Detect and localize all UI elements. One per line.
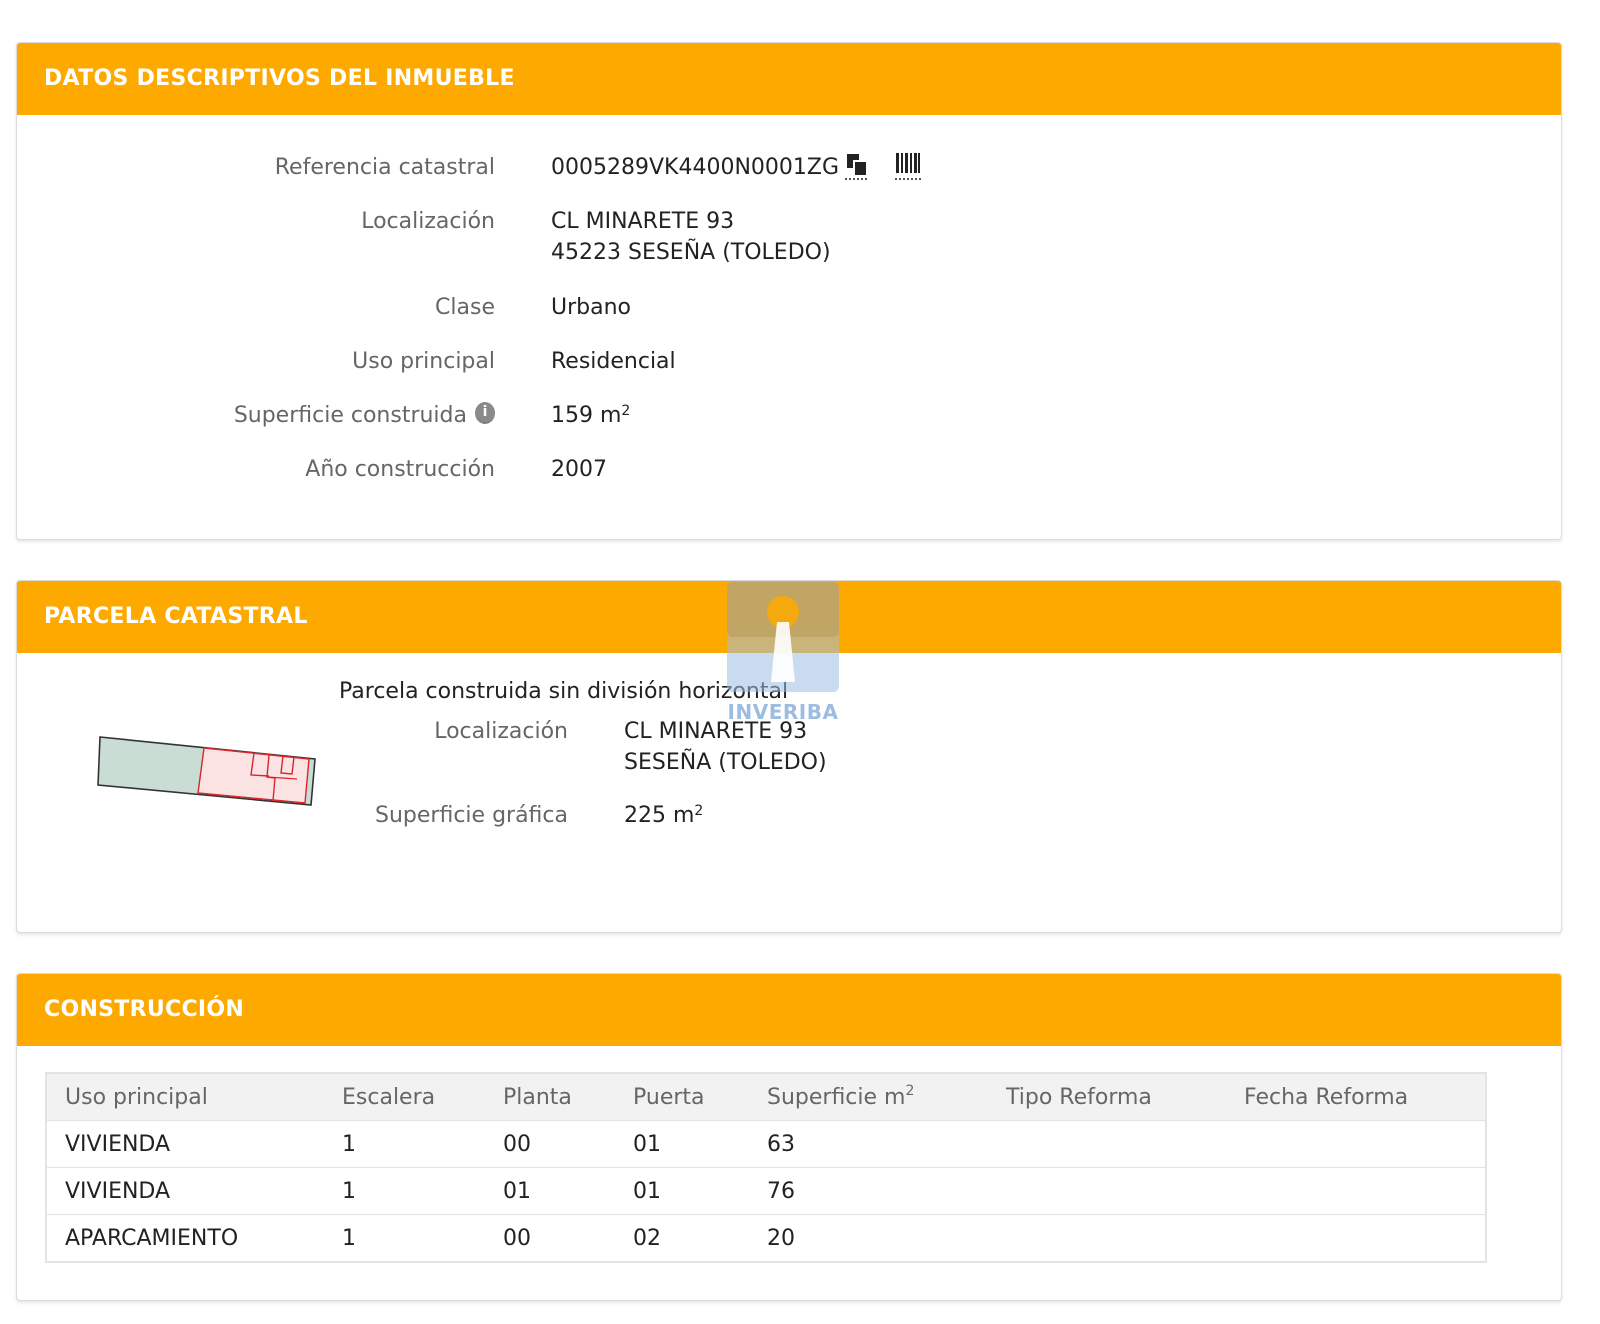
construction-year-label: Año construcción <box>305 457 495 482</box>
class-value: Urbano <box>551 295 631 320</box>
main-use-label: Uso principal <box>352 349 495 374</box>
location-line-2: 45223 SESEÑA (TOLEDO) <box>551 240 831 265</box>
cadastral-parcel-panel: PARCELA CATASTRAL Parcela construida sin… <box>16 580 1562 933</box>
col-reform-type: Tipo Reforma <box>988 1073 1226 1121</box>
built-area-value: 159 m2 <box>551 400 630 431</box>
cadastral-parcel-header: PARCELA CATASTRAL <box>17 581 1561 653</box>
cadastral-reference-label: Referencia catastral <box>274 155 495 180</box>
built-area-exponent: 2 <box>621 403 631 419</box>
descriptive-data-header: DATOS DESCRIPTIVOS DEL INMUEBLE <box>17 43 1561 115</box>
location-label: Localización <box>361 209 495 234</box>
cell-door: 01 <box>615 1120 749 1168</box>
table-row: APARCAMIENTO 1 00 02 20 <box>46 1214 1486 1263</box>
cell-floor: 01 <box>485 1167 615 1215</box>
graphic-area-exponent: 2 <box>694 803 704 819</box>
construction-panel: CONSTRUCCIÓN Uso principal Escalera Plan… <box>16 973 1562 1301</box>
location-value: CL MINARETE 93 45223 SESEÑA (TOLEDO) <box>551 206 831 268</box>
info-icon[interactable]: i <box>475 402 495 424</box>
cell-reform-type <box>988 1120 1226 1168</box>
col-staircase: Escalera <box>324 1073 485 1121</box>
built-area-label: Superficie construida i <box>233 402 495 428</box>
cell-main-use: VIVIENDA <box>46 1167 324 1215</box>
graphic-area-value: 225 m2 <box>624 800 703 831</box>
cell-door: 02 <box>615 1214 749 1263</box>
table-row: VIVIENDA 1 00 01 63 <box>46 1120 1486 1168</box>
copy-icon[interactable] <box>845 152 869 180</box>
location-line-1: CL MINARETE 93 <box>551 209 735 234</box>
barcode-icon[interactable] <box>895 152 922 180</box>
cell-staircase: 1 <box>324 1120 485 1168</box>
col-door: Puerta <box>615 1073 749 1121</box>
parcel-subtitle: Parcela construida sin división horizont… <box>339 679 789 704</box>
col-area-text: Superficie m <box>767 1084 906 1110</box>
built-area-label-text: Superficie construida <box>233 403 467 428</box>
parcel-map-thumbnail[interactable] <box>97 733 319 809</box>
cell-reform-date <box>1226 1120 1486 1168</box>
construction-year-value: 2007 <box>551 457 607 482</box>
cell-floor: 00 <box>485 1120 615 1168</box>
col-area-exponent: 2 <box>905 1082 915 1099</box>
cell-area: 76 <box>749 1167 988 1215</box>
construction-header: CONSTRUCCIÓN <box>17 974 1561 1046</box>
cell-reform-date <box>1226 1214 1486 1263</box>
table-header-row: Uso principal Escalera Planta Puerta Sup… <box>46 1073 1486 1121</box>
col-floor: Planta <box>485 1073 615 1121</box>
main-use-value: Residencial <box>551 349 676 374</box>
col-reform-date: Fecha Reforma <box>1226 1073 1486 1121</box>
cell-staircase: 1 <box>324 1167 485 1215</box>
parcel-location-value: CL MINARETE 93 SESEÑA (TOLEDO) <box>624 716 827 778</box>
cell-area: 63 <box>749 1120 988 1168</box>
parcel-location-label: Localización <box>434 719 568 744</box>
col-main-use: Uso principal <box>46 1073 324 1121</box>
parcel-location-line-2: SESEÑA (TOLEDO) <box>624 750 827 775</box>
cell-reform-type <box>988 1214 1226 1263</box>
descriptive-data-panel: DATOS DESCRIPTIVOS DEL INMUEBLE Referenc… <box>16 42 1562 540</box>
graphic-area-number: 225 m <box>624 803 695 828</box>
cell-reform-date <box>1226 1167 1486 1215</box>
graphic-area-label: Superficie gráfica <box>375 803 568 828</box>
col-area: Superficie m2 <box>749 1073 988 1121</box>
cadastral-reference-text: 0005289VK4400N0001ZG <box>551 155 840 180</box>
parcel-location-line-1: CL MINARETE 93 <box>624 719 808 744</box>
cell-staircase: 1 <box>324 1214 485 1263</box>
cell-main-use: APARCAMIENTO <box>46 1214 324 1263</box>
cadastral-reference-value: 0005289VK4400N0001ZG <box>551 152 922 183</box>
cell-main-use: VIVIENDA <box>46 1120 324 1168</box>
cell-floor: 00 <box>485 1214 615 1263</box>
cell-door: 01 <box>615 1167 749 1215</box>
construction-table: Uso principal Escalera Planta Puerta Sup… <box>45 1072 1487 1263</box>
class-label: Clase <box>435 295 495 320</box>
built-area-number: 159 m <box>551 403 622 428</box>
cell-area: 20 <box>749 1214 988 1263</box>
cell-reform-type <box>988 1167 1226 1215</box>
table-row: VIVIENDA 1 01 01 76 <box>46 1167 1486 1215</box>
